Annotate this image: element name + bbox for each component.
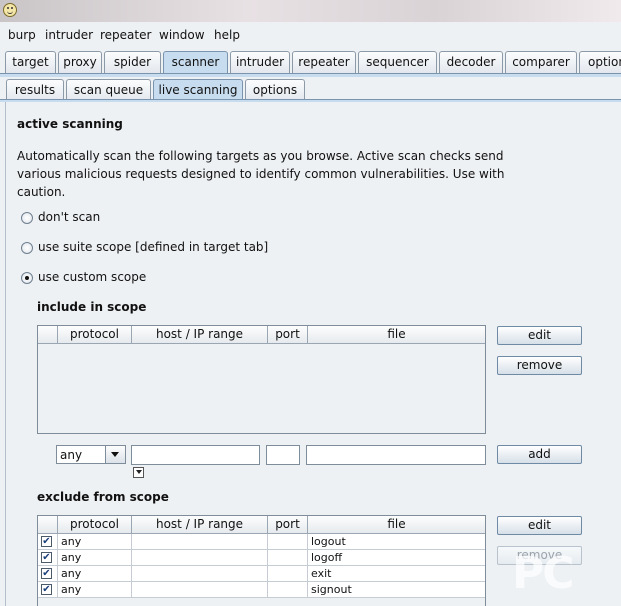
menu-intruder[interactable]: intruder [45, 28, 93, 42]
table-row[interactable]: ✔ any signout [38, 582, 485, 598]
exclude-scope-table[interactable]: protocol host / IP range port file ✔ any… [37, 515, 486, 606]
subtab-scan-queue[interactable]: scan queue [66, 79, 151, 101]
exclude-row-enabled-cell[interactable]: ✔ [38, 534, 58, 550]
section-description: Automatically scan the following targets… [17, 147, 504, 201]
tab-sequencer[interactable]: sequencer [358, 51, 437, 73]
exclude-row-port [268, 534, 308, 550]
exclude-col-host[interactable]: host / IP range [132, 516, 268, 534]
exclude-row-file: logoff [308, 550, 485, 566]
tab-spider[interactable]: spider [104, 51, 161, 73]
host-range-input[interactable] [131, 445, 260, 465]
exclude-row-host [132, 550, 268, 566]
exclude-row-enabled-cell[interactable]: ✔ [38, 550, 58, 566]
exclude-col-file[interactable]: file [308, 516, 485, 534]
exclude-edit-button[interactable]: edit [497, 516, 582, 535]
tab-comparer[interactable]: comparer [505, 51, 577, 73]
exclude-col-port[interactable]: port [268, 516, 308, 534]
menu-window[interactable]: window [159, 28, 205, 42]
exclude-row-file: exit [308, 566, 485, 582]
host-range-options-icon[interactable] [133, 467, 144, 478]
exclude-scope-heading: exclude from scope [37, 490, 169, 504]
tab-intruder[interactable]: intruder [230, 51, 290, 73]
tab-scanner[interactable]: scanner [163, 51, 228, 74]
exclude-row-port [268, 582, 308, 598]
description-line-1: Automatically scan the following targets… [17, 149, 504, 163]
description-line-3: caution. [17, 185, 66, 199]
table-row[interactable]: ✔ any logoff [38, 550, 485, 566]
checkbox-checked[interactable]: ✔ [41, 584, 52, 595]
window-titlebar [0, 0, 621, 22]
subtab-results[interactable]: results [6, 79, 64, 101]
checkbox-checked[interactable]: ✔ [41, 568, 52, 579]
tab-options[interactable]: options [579, 51, 621, 73]
scanner-sub-tab-bar: results scan queue live scanning options [0, 77, 621, 101]
exclude-row-host [132, 582, 268, 598]
checkbox-checked[interactable]: ✔ [41, 552, 52, 563]
menu-repeater[interactable]: repeater [100, 28, 151, 42]
exclude-col-protocol[interactable]: protocol [58, 516, 132, 534]
exclude-row-port [268, 566, 308, 582]
include-col-host[interactable]: host / IP range [132, 326, 268, 344]
menu-help[interactable]: help [214, 28, 240, 42]
table-row[interactable]: ✔ any logout [38, 534, 485, 550]
exclude-row-protocol: any [58, 534, 132, 550]
radio-dont-scan[interactable] [21, 212, 33, 224]
checkbox-checked[interactable]: ✔ [41, 536, 52, 547]
exclude-row-host [132, 566, 268, 582]
tab-decoder[interactable]: decoder [439, 51, 503, 73]
include-add-button[interactable]: add [497, 445, 582, 464]
radio-custom-scope[interactable] [21, 272, 33, 284]
include-scope-table[interactable]: protocol host / IP range port file [37, 325, 486, 434]
include-col-check [38, 326, 58, 344]
exclude-row-protocol: any [58, 582, 132, 598]
radio-suite-scope[interactable] [21, 242, 33, 254]
exclude-row-enabled-cell[interactable]: ✔ [38, 566, 58, 582]
include-scope-heading: include in scope [37, 300, 147, 314]
include-col-protocol[interactable]: protocol [58, 326, 132, 344]
include-col-port[interactable]: port [268, 326, 308, 344]
small-arrow-icon [136, 470, 142, 474]
radio-suite-scope-label: use suite scope [defined in target tab] [38, 240, 269, 254]
exclude-row-file: logout [308, 534, 485, 550]
description-line-2: various malicious requests designed to i… [17, 167, 505, 181]
protocol-dropdown[interactable]: any [56, 445, 126, 464]
burp-app-icon [3, 3, 17, 17]
exclude-col-check [38, 516, 58, 534]
menu-bar: burp intruder repeater window help [0, 24, 621, 46]
watermark-logo: PC [512, 548, 575, 599]
exclude-row-protocol: any [58, 566, 132, 582]
include-col-file[interactable]: file [308, 326, 485, 344]
exclude-row-host [132, 534, 268, 550]
exclude-row-port [268, 550, 308, 566]
protocol-dropdown-value: any [60, 448, 83, 462]
include-remove-button[interactable]: remove [497, 356, 582, 375]
main-tab-bar: target proxy spider scanner intruder rep… [0, 48, 621, 74]
subtab-live-scanning[interactable]: live scanning [153, 79, 243, 101]
subtab-options[interactable]: options [245, 79, 305, 101]
section-heading: active scanning [17, 117, 123, 131]
tab-target[interactable]: target [5, 51, 56, 73]
port-input[interactable] [266, 445, 300, 465]
radio-custom-scope-label: use custom scope [38, 270, 147, 284]
exclude-row-enabled-cell[interactable]: ✔ [38, 582, 58, 598]
menu-burp[interactable]: burp [8, 28, 36, 42]
file-input[interactable] [306, 445, 486, 465]
tab-repeater[interactable]: repeater [292, 51, 356, 73]
exclude-row-file: signout [308, 582, 485, 598]
chevron-down-icon[interactable] [105, 446, 125, 463]
table-row[interactable]: ✔ any exit [38, 566, 485, 582]
radio-dont-scan-label: don't scan [38, 210, 101, 224]
exclude-row-protocol: any [58, 550, 132, 566]
tab-proxy[interactable]: proxy [58, 51, 102, 73]
include-edit-button[interactable]: edit [497, 326, 582, 345]
